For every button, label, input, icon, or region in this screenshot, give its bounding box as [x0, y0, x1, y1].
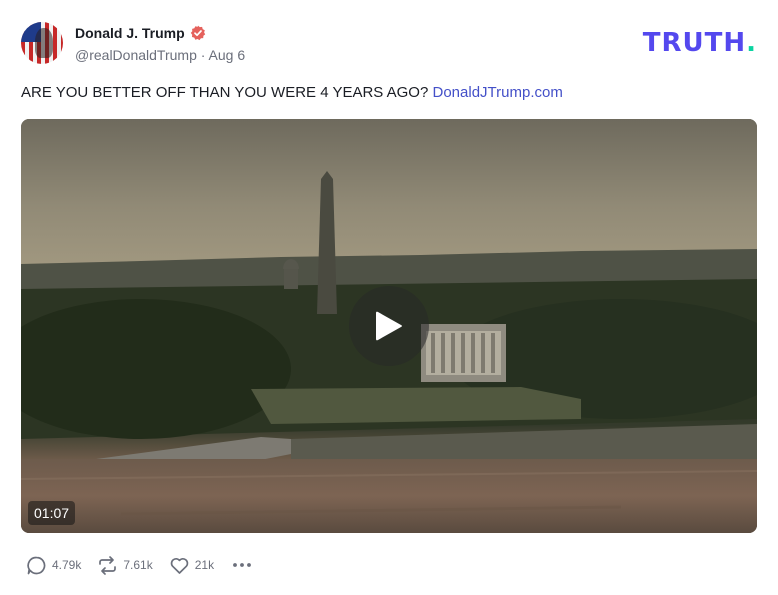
name-row: Donald J. Trump — [75, 24, 206, 42]
retruth-count: 7.61k — [123, 558, 153, 572]
play-button[interactable] — [349, 286, 429, 366]
post-header: Donald J. Trump @realDonaldTrump · Aug 6… — [21, 20, 757, 66]
retruth-icon — [99, 555, 117, 575]
verified-badge-icon — [190, 25, 206, 41]
reply-icon — [27, 556, 46, 574]
video-player[interactable]: 01:07 — [21, 119, 757, 533]
post-text: ARE YOU BETTER OFF THAN YOU WERE 4 YEARS… — [21, 84, 563, 101]
truth-post: Donald J. Trump @realDonaldTrump · Aug 6… — [0, 0, 778, 595]
play-icon — [376, 311, 402, 341]
avatar[interactable] — [21, 22, 63, 64]
reply-count: 4.79k — [52, 558, 82, 572]
handle-and-date[interactable]: @realDonaldTrump · Aug 6 — [75, 47, 245, 63]
logo-dot: . — [746, 28, 757, 58]
display-name[interactable]: Donald J. Trump — [75, 25, 185, 41]
more-button[interactable] — [232, 555, 252, 575]
heart-icon — [170, 557, 189, 574]
post-body: ARE YOU BETTER OFF THAN YOU WERE 4 YEARS… — [21, 84, 429, 101]
logo-text: TRUTH — [642, 28, 747, 58]
reply-button[interactable]: 4.79k — [26, 555, 81, 576]
truth-logo[interactable]: TRUTH. — [643, 28, 757, 58]
more-icon — [233, 563, 251, 567]
retruth-button[interactable]: 7.61k — [97, 555, 153, 576]
action-bar: 4.79k 7.61k 21k — [26, 554, 252, 576]
like-count: 21k — [194, 558, 215, 572]
post-link[interactable]: DonaldJTrump.com — [433, 84, 563, 101]
video-duration: 01:07 — [28, 501, 76, 525]
like-button[interactable]: 21k — [169, 555, 214, 576]
